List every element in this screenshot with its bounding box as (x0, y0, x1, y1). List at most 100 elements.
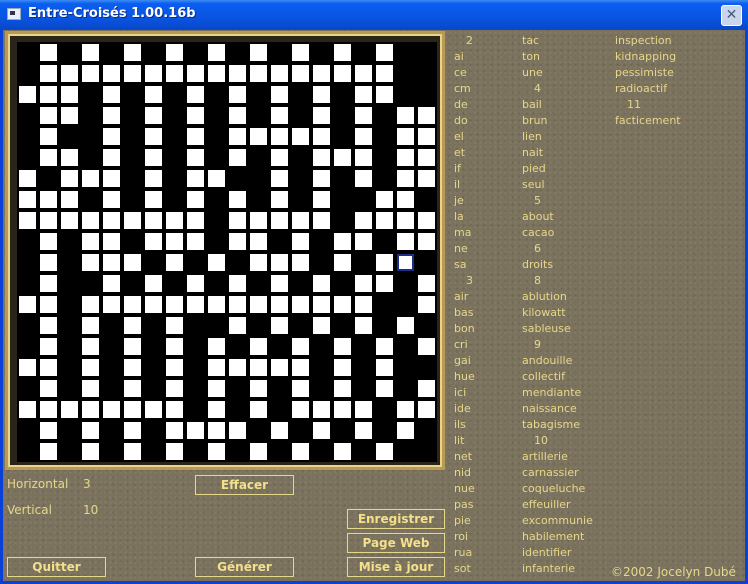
grid-cell[interactable] (271, 170, 288, 187)
grid-cell[interactable] (103, 149, 120, 166)
grid-cell[interactable] (82, 233, 99, 250)
grid-cell[interactable] (145, 149, 162, 166)
grid-cell[interactable] (61, 191, 78, 208)
grid-cell[interactable] (292, 44, 309, 61)
grid-cell[interactable] (40, 380, 57, 397)
grid-cell[interactable] (355, 422, 372, 439)
grid-cell[interactable] (271, 65, 288, 82)
grid-cell[interactable] (376, 254, 393, 271)
grid-cell[interactable] (250, 443, 267, 460)
grid-cell[interactable] (40, 44, 57, 61)
grid-cell[interactable] (397, 233, 414, 250)
grid-cell[interactable] (313, 296, 330, 313)
grid-cell[interactable] (271, 149, 288, 166)
grid-cell[interactable] (229, 128, 246, 145)
grid-cell[interactable] (82, 44, 99, 61)
grid-cell[interactable] (334, 401, 351, 418)
grid-cell[interactable] (40, 107, 57, 124)
grid-cell[interactable] (271, 191, 288, 208)
grid-cell[interactable] (418, 128, 435, 145)
grid-cell[interactable] (355, 317, 372, 334)
grid-cell[interactable] (418, 107, 435, 124)
grid-cell[interactable] (145, 275, 162, 292)
grid-cell[interactable] (313, 149, 330, 166)
grid-cell[interactable] (145, 296, 162, 313)
grid-cell[interactable] (40, 128, 57, 145)
grid-cell[interactable] (334, 44, 351, 61)
grid-cell[interactable] (40, 86, 57, 103)
grid-cell[interactable] (82, 338, 99, 355)
grid-cell[interactable] (145, 128, 162, 145)
grid-cell[interactable] (208, 380, 225, 397)
grid-cell[interactable] (397, 107, 414, 124)
grid-cell[interactable] (40, 338, 57, 355)
grid-cell[interactable] (355, 149, 372, 166)
grid-cell[interactable] (145, 212, 162, 229)
grid-cell[interactable] (145, 65, 162, 82)
grid-cell[interactable] (334, 380, 351, 397)
grid-cell[interactable] (124, 443, 141, 460)
grid-cell[interactable] (187, 149, 204, 166)
grid-cell[interactable] (124, 296, 141, 313)
grid-cell[interactable] (250, 296, 267, 313)
grid-cell[interactable] (103, 233, 120, 250)
grid-cell[interactable] (166, 296, 183, 313)
grid-cell[interactable] (292, 65, 309, 82)
grid-cell[interactable] (418, 380, 435, 397)
grid-cell[interactable] (61, 149, 78, 166)
grid-cell[interactable] (250, 380, 267, 397)
grid-cell[interactable] (313, 170, 330, 187)
grid-cell[interactable] (166, 317, 183, 334)
grid-cell[interactable] (40, 296, 57, 313)
grid-cell[interactable] (397, 170, 414, 187)
grid-cell[interactable] (355, 86, 372, 103)
grid-cell[interactable] (82, 65, 99, 82)
quitter-button[interactable]: Quitter (7, 557, 106, 577)
grid-cell[interactable] (166, 443, 183, 460)
grid-cell[interactable] (229, 149, 246, 166)
grid-cell[interactable] (166, 401, 183, 418)
crossword-grid[interactable] (17, 42, 437, 462)
grid-cell[interactable] (82, 359, 99, 376)
grid-cell[interactable] (19, 86, 36, 103)
grid-cell[interactable] (40, 443, 57, 460)
grid-cell[interactable] (313, 86, 330, 103)
grid-cell[interactable] (61, 86, 78, 103)
grid-cell[interactable] (355, 65, 372, 82)
grid-cell[interactable] (334, 296, 351, 313)
grid-cell[interactable] (313, 422, 330, 439)
grid-cell[interactable] (271, 296, 288, 313)
grid-cell[interactable] (271, 359, 288, 376)
grid-cell[interactable] (187, 191, 204, 208)
grid-cell[interactable] (418, 401, 435, 418)
grid-cell[interactable] (19, 212, 36, 229)
grid-cell[interactable] (124, 338, 141, 355)
grid-cell[interactable] (82, 296, 99, 313)
grid-cell[interactable] (250, 65, 267, 82)
grid-cell[interactable] (103, 107, 120, 124)
grid-cell[interactable] (40, 359, 57, 376)
grid-cell[interactable] (292, 443, 309, 460)
grid-cell[interactable] (187, 233, 204, 250)
grid-cell[interactable] (313, 401, 330, 418)
grid-cell[interactable] (355, 107, 372, 124)
grid-cell[interactable] (355, 275, 372, 292)
grid-cell[interactable] (166, 422, 183, 439)
grid-cell[interactable] (418, 233, 435, 250)
grid-cell[interactable] (145, 107, 162, 124)
grid-cell[interactable] (229, 317, 246, 334)
grid-cell[interactable] (40, 317, 57, 334)
grid-cell[interactable] (208, 338, 225, 355)
grid-cell[interactable] (355, 296, 372, 313)
grid-cell[interactable] (124, 380, 141, 397)
grid-cell[interactable] (229, 65, 246, 82)
grid-cell[interactable] (187, 86, 204, 103)
grid-cell[interactable] (397, 317, 414, 334)
grid-cell[interactable] (61, 401, 78, 418)
grid-cell[interactable] (187, 275, 204, 292)
grid-cell[interactable] (292, 359, 309, 376)
grid-cell[interactable] (103, 212, 120, 229)
grid-cell[interactable] (103, 296, 120, 313)
grid-cell[interactable] (397, 212, 414, 229)
grid-cell[interactable] (208, 254, 225, 271)
